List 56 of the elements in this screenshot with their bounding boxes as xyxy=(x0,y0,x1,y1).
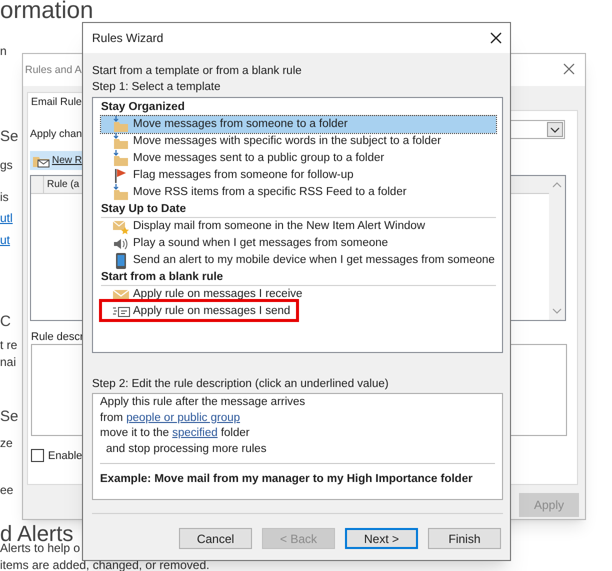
envelope-star-icon xyxy=(112,218,130,235)
description-line: and stop processing more rules xyxy=(105,442,268,456)
page-text: t re xyxy=(0,338,18,352)
column-header[interactable]: Rule (a xyxy=(43,176,80,194)
description-line: Apply this rule after the message arrives xyxy=(100,395,306,410)
close-icon xyxy=(563,63,575,75)
description-line: from people or public group xyxy=(100,410,242,426)
page-text: ze xyxy=(0,436,13,450)
section-heading: Se xyxy=(0,128,18,146)
dialog-button[interactable]: Finish xyxy=(428,528,501,549)
field-label: Rule descr xyxy=(31,330,84,345)
field-label: Apply chan xyxy=(30,127,82,142)
template-item[interactable]: Play a sound when I get messages from someone xyxy=(101,235,496,252)
description-line: move it to the specified folder xyxy=(100,426,251,441)
page-text: n xyxy=(0,44,7,58)
group-header: Stay Up to Date xyxy=(101,201,496,218)
dialog-button[interactable]: Cancel xyxy=(179,528,252,549)
instruction-text: Start from a template or from a blank rule xyxy=(92,64,303,79)
folder-arrow-icon xyxy=(112,150,130,167)
template-item[interactable]: Send an alert to my mobile device when I get messages from someone xyxy=(101,252,496,269)
page-text: ee xyxy=(0,483,14,497)
link[interactable]: people or public group xyxy=(126,412,240,424)
page-text: is xyxy=(0,190,9,204)
folder-arrow-icon xyxy=(112,116,130,133)
checkbox[interactable] xyxy=(31,449,44,462)
window-title: Rules and A xyxy=(25,63,82,78)
link[interactable]: utl xyxy=(0,211,13,225)
template-item[interactable]: Flag messages from someone for follow-up xyxy=(101,167,496,184)
step-label: Step 2: Edit the rule description (click an underlined value) xyxy=(92,377,390,392)
checkbox-label: Enable xyxy=(48,449,82,464)
template-item[interactable]: Move messages from someone to a folder xyxy=(101,116,496,133)
page-heading: ormation xyxy=(0,0,94,22)
chevron-down-icon xyxy=(552,308,562,314)
chevron-up-icon xyxy=(552,182,562,188)
template-item[interactable]: Move messages with specific words in the subject to a folder xyxy=(101,133,496,150)
template-item[interactable]: Move messages sent to a public group to a folder xyxy=(101,150,496,167)
dialog-button[interactable]: Next > xyxy=(345,528,418,549)
section-heading: C xyxy=(0,313,11,331)
link[interactable]: specified xyxy=(172,427,218,439)
close-icon xyxy=(490,32,502,44)
template-item[interactable]: Move RSS items from a specific RSS Feed to a folder xyxy=(101,184,496,201)
page-text: nai xyxy=(0,355,16,369)
example-text: Example: Move mail from my manager to my High Importance folder xyxy=(100,472,474,487)
link[interactable]: ut xyxy=(0,233,10,247)
page-text: gs xyxy=(0,158,13,172)
section-heading: Se xyxy=(0,408,18,426)
group-header: Start from a blank rule xyxy=(101,269,496,286)
new-rule-button[interactable]: New R xyxy=(30,151,84,170)
chevron-down-icon xyxy=(547,122,563,137)
step-label: Step 1: Select a template xyxy=(92,80,222,95)
folder-arrow-icon xyxy=(112,133,130,150)
template-item[interactable]: Display mail from someone in the New Item Alert Window xyxy=(101,218,496,235)
window-title: Rules Wizard xyxy=(92,30,164,47)
folder-arrow-icon xyxy=(112,184,130,201)
scrollbar[interactable] xyxy=(549,176,565,320)
template-item[interactable]: Apply rule on messages I receive xyxy=(101,286,496,303)
